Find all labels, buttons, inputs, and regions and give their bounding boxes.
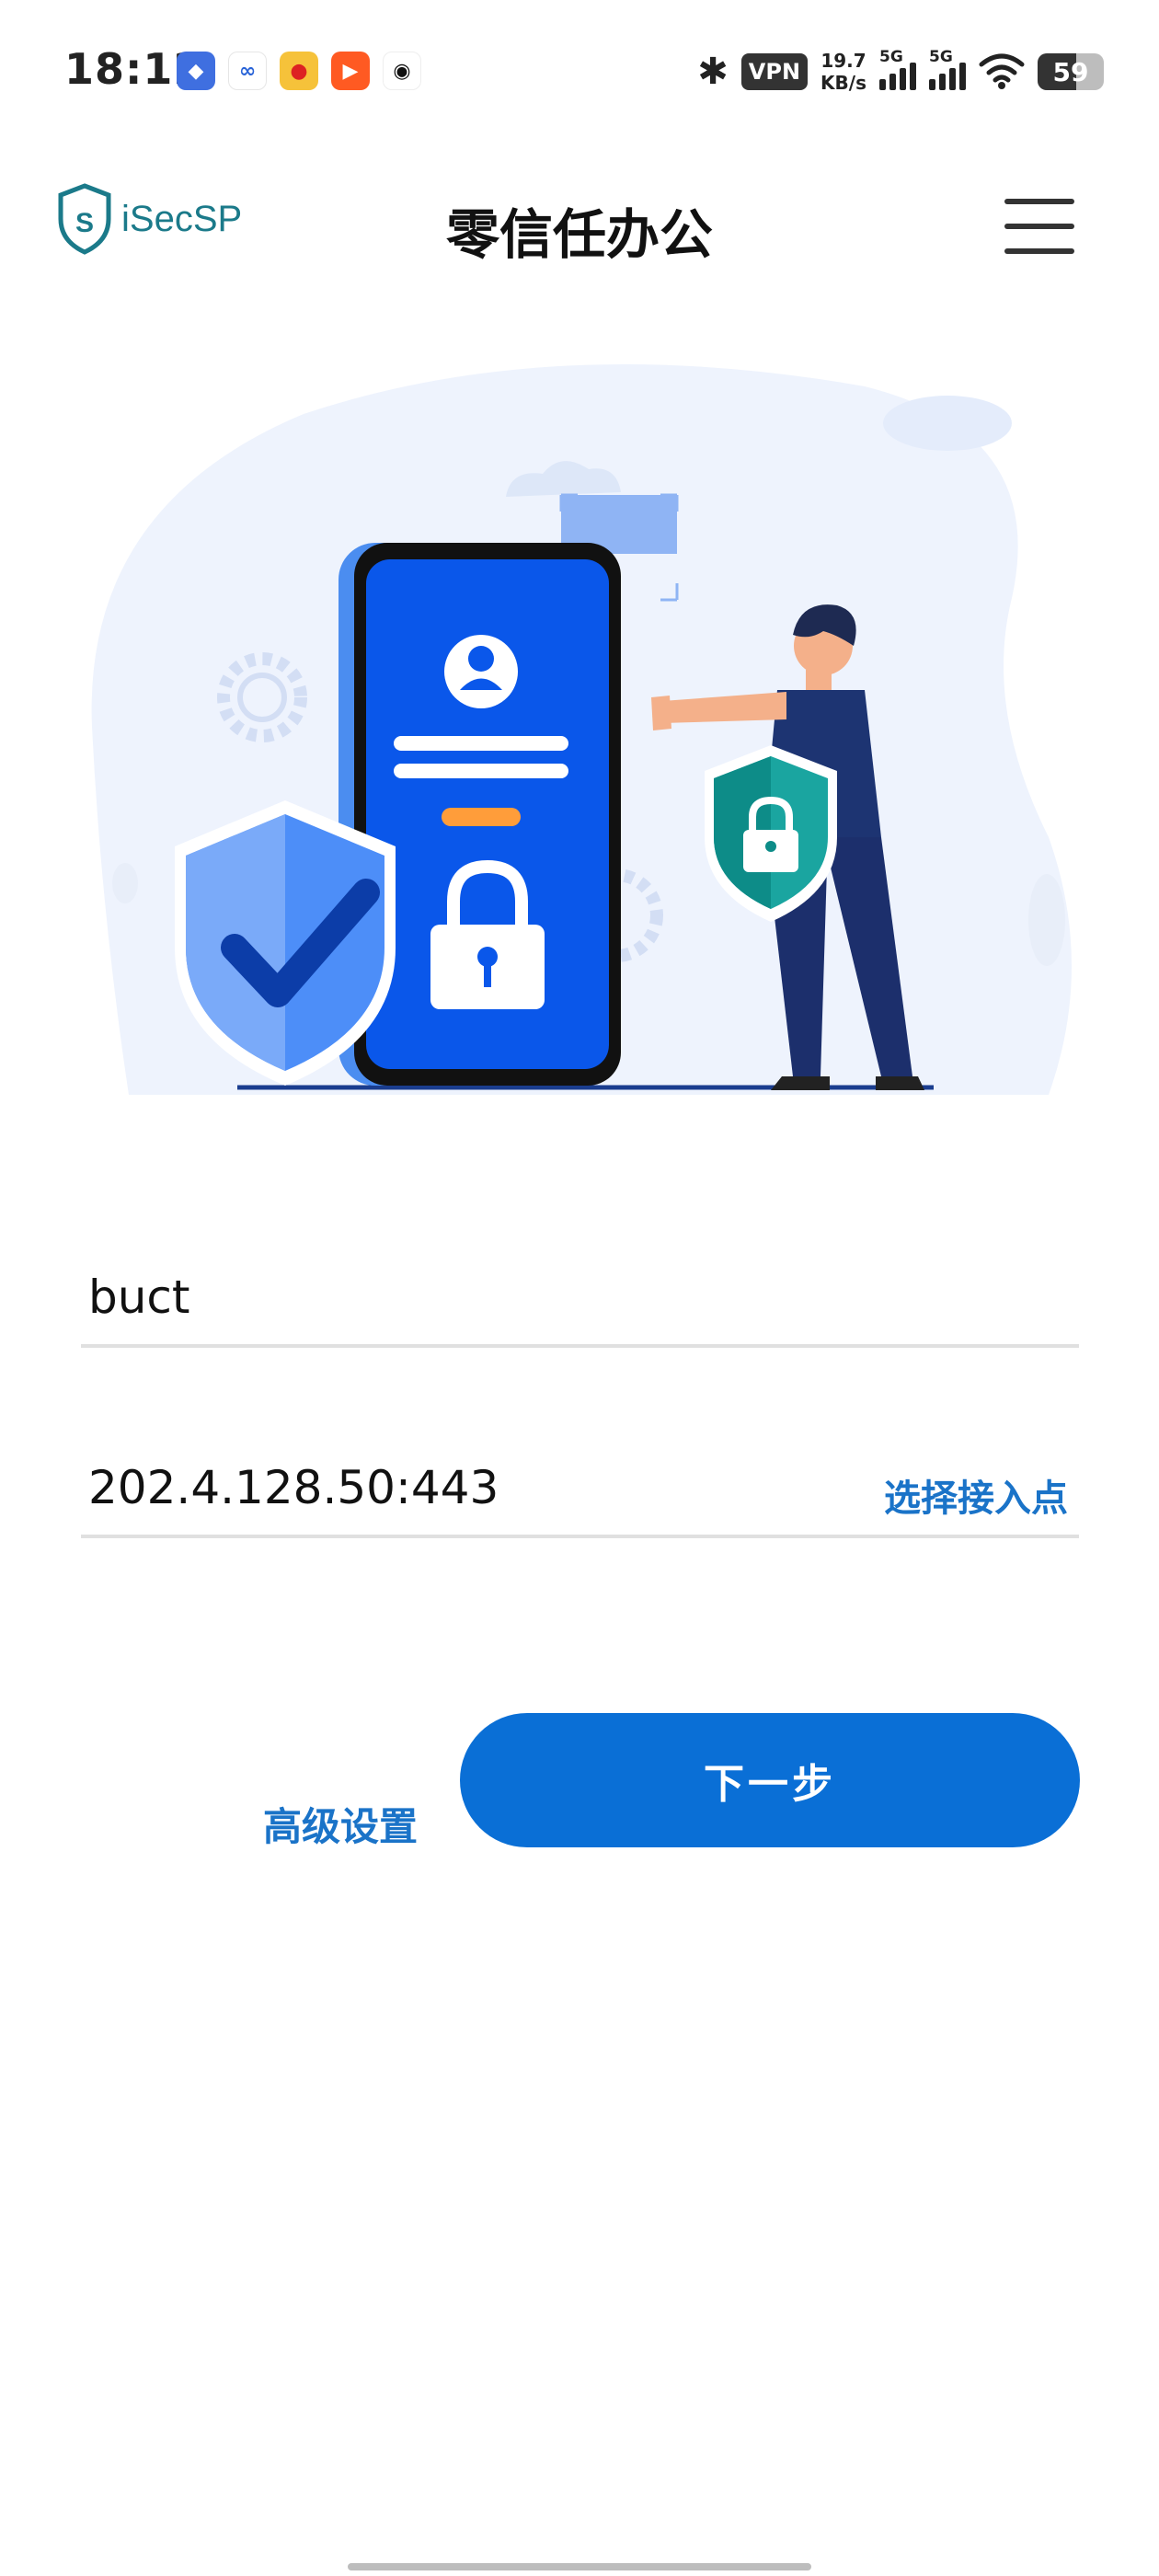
signal-sim1-icon: 5G: [879, 48, 916, 90]
weibo-icon: ●: [280, 52, 318, 90]
system-icons: ✱ VPN 19.7 KB/s 5G 5G 59: [697, 46, 1104, 98]
select-access-point-link[interactable]: 选择接入点: [884, 1468, 1068, 1522]
organization-input[interactable]: [88, 1271, 824, 1324]
network-speed: 19.7 KB/s: [820, 50, 866, 94]
speed-unit: KB/s: [820, 72, 866, 94]
battery-level: 59: [1052, 57, 1089, 87]
organization-field[interactable]: [81, 1237, 1079, 1348]
shield-app-icon: ◆: [177, 52, 215, 90]
hamburger-menu-icon[interactable]: [1004, 199, 1074, 254]
server-address-input[interactable]: [88, 1461, 824, 1514]
kuaishou-icon: ▶: [331, 52, 370, 90]
status-bar: 18:12 ◆ ∞ ● ▶ ◉ ✱ VPN 19.7 KB/s 5G 5G 59: [0, 0, 1159, 138]
bluetooth-icon: ✱: [697, 51, 729, 93]
qq-icon: ◉: [383, 52, 421, 90]
advanced-settings-link[interactable]: 高级设置: [263, 1796, 418, 1852]
page-title: 零信任办公: [445, 203, 713, 266]
next-button[interactable]: 下一步: [460, 1713, 1080, 1847]
mail-icon: ∞: [228, 52, 267, 90]
signal-sim2-icon: 5G: [929, 48, 966, 90]
vpn-badge: VPN: [740, 53, 809, 90]
server-address-field[interactable]: 选择接入点: [81, 1428, 1079, 1538]
speed-value: 19.7: [820, 50, 866, 72]
sim1-label: 5G: [879, 48, 903, 66]
wifi-icon: [979, 53, 1025, 89]
battery-icon: 59: [1038, 53, 1104, 90]
sim2-label: 5G: [929, 48, 953, 66]
home-indicator[interactable]: [348, 2563, 811, 2570]
notification-icons: ◆ ∞ ● ▶ ◉: [177, 52, 421, 90]
security-illustration: [91, 364, 1073, 1095]
